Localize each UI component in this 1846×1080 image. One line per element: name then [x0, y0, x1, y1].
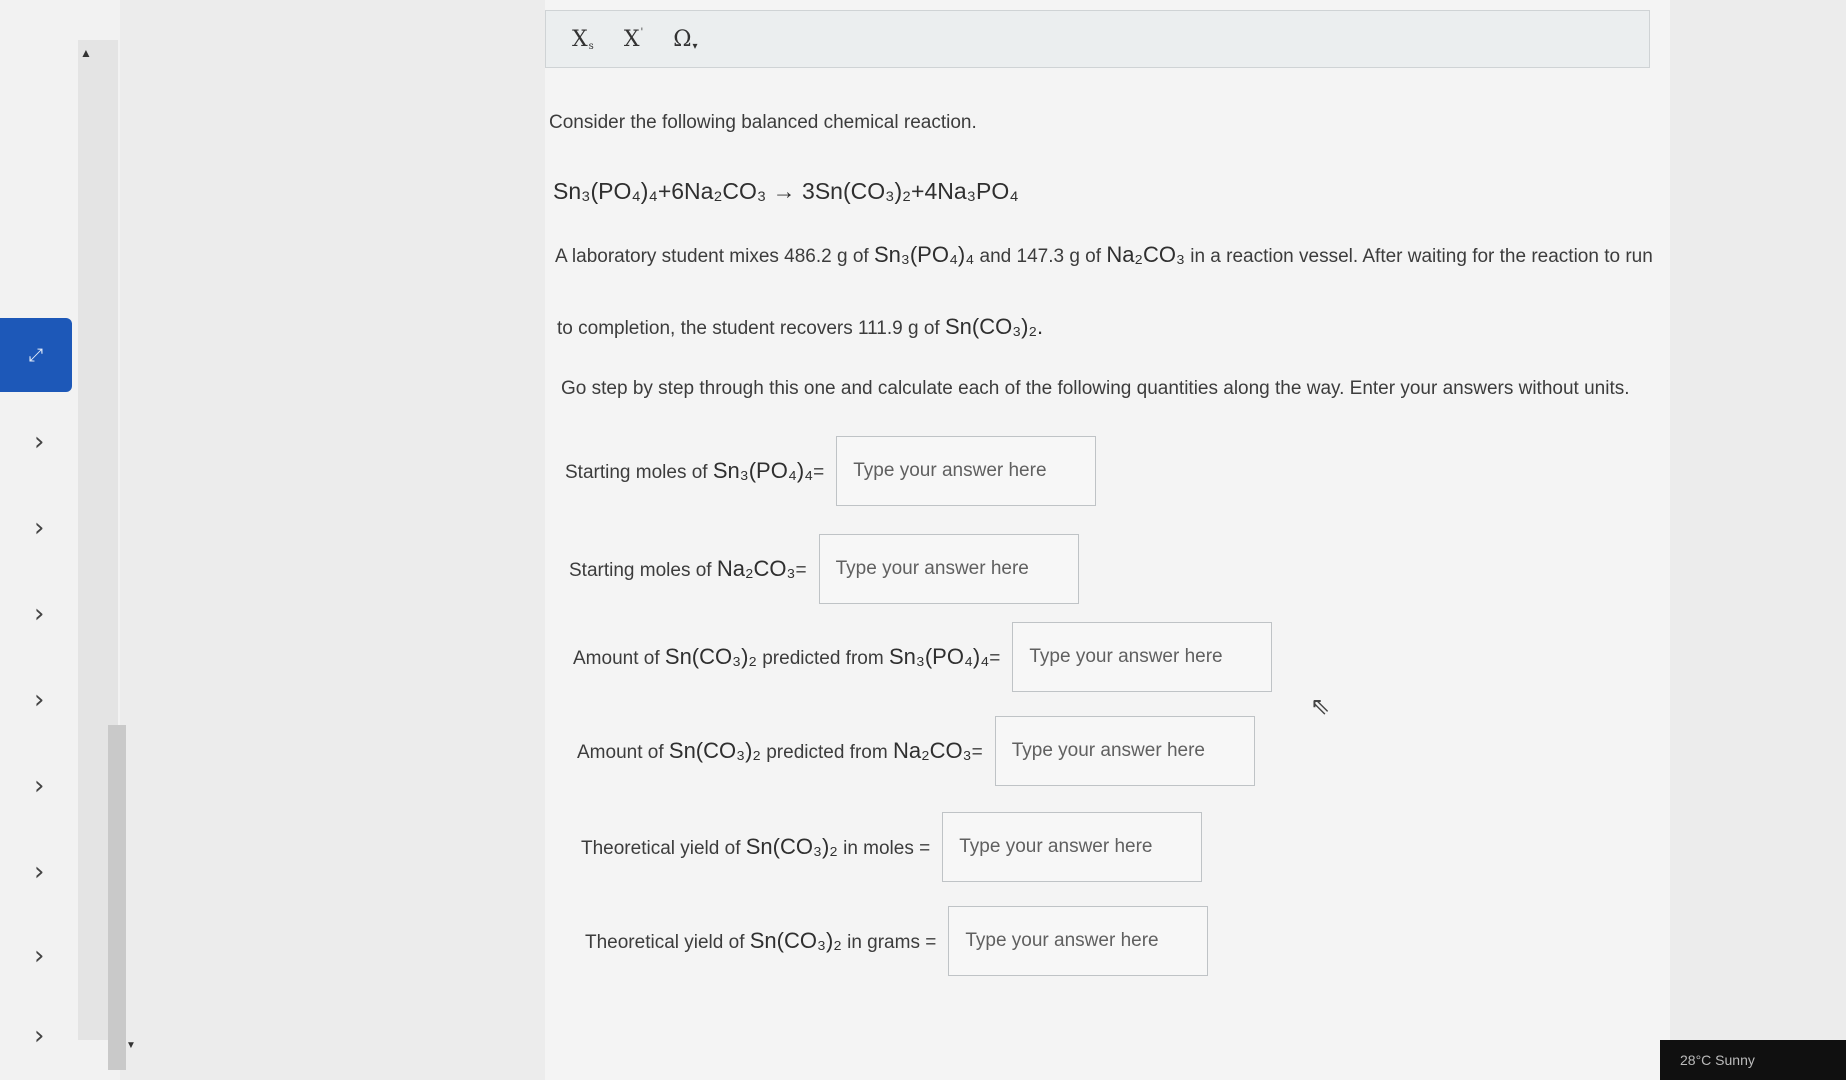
question-label: Theoretical yield of Sn(CO₃)₂ in moles =: [581, 834, 930, 860]
chem-formula: Sn₃(PO₄)₄: [712, 458, 814, 483]
chevron-right-icon[interactable]: ›: [34, 773, 58, 799]
question-row: Theoretical yield of Sn(CO₃)₂ in moles =…: [581, 812, 1203, 882]
question-label: Starting moles of Na₂CO₃=: [569, 556, 807, 582]
problem-intro: Consider the following balanced chemical…: [549, 112, 977, 133]
superscript-button[interactable]: X ': [624, 27, 643, 52]
question-row: Amount of Sn(CO₃)₂ predicted from Na₂CO₃…: [577, 716, 1255, 786]
label-text: Amount of: [573, 648, 660, 669]
chevron-right-icon[interactable]: ›: [34, 687, 58, 713]
label-text: =: [813, 462, 825, 483]
subscript-button[interactable]: Xs: [572, 27, 594, 52]
label-text: Amount of: [577, 742, 664, 763]
chevron-right-icon[interactable]: ›: [34, 859, 58, 885]
scroll-up-arrow-icon[interactable]: ▲: [80, 46, 92, 60]
label-text: Theoretical yield of: [581, 838, 741, 859]
label-text: =: [989, 648, 1001, 669]
mouse-cursor-icon: ⇖: [1310, 693, 1331, 720]
answer-input[interactable]: Type your answer here: [994, 716, 1255, 786]
chem-formula: Sn₃(PO₄)₄: [873, 242, 975, 267]
problem-sentence-2: to completion, the student recovers 111.…: [557, 314, 1043, 340]
answer-input[interactable]: Type your answer here: [836, 436, 1097, 506]
label-text: =: [795, 560, 807, 581]
chem-formula: Sn₃(PO₄)₄: [888, 644, 990, 669]
question-label: Amount of Sn(CO₃)₂ predicted from Na₂CO₃…: [577, 738, 983, 764]
label-text: predicted from: [766, 742, 888, 763]
question-row: Starting moles of Na₂CO₃= Type your answ…: [569, 534, 1079, 604]
weather-status[interactable]: 28°C Sunny: [1680, 1052, 1755, 1068]
question-panel: Xs X ' Ω ▾ Consider the following balanced…: [545, 0, 1670, 1080]
question-label: Theoretical yield of Sn(CO₃)₂ in grams =: [585, 928, 936, 954]
chem-formula: Na₂CO₃: [1106, 242, 1185, 267]
question-row: Amount of Sn(CO₃)₂ predicted from Sn₃(PO…: [573, 622, 1273, 692]
chem-formula: Sn(CO₃)₂.: [944, 314, 1044, 339]
label-text: predicted from: [762, 648, 884, 669]
scroll-thumb[interactable]: [108, 725, 126, 1070]
label-text: in grams =: [847, 932, 937, 953]
answer-input[interactable]: Type your answer here: [818, 534, 1079, 604]
chevron-right-icon[interactable]: ›: [34, 515, 58, 541]
chevron-right-icon[interactable]: ›: [34, 943, 58, 969]
answer-input[interactable]: Type your answer here: [1012, 622, 1273, 692]
chem-formula: Sn(CO₃)₂: [668, 738, 761, 763]
question-row: Starting moles of Sn₃(PO₄)₄= Type your a…: [565, 436, 1097, 506]
omega-icon: Ω: [673, 26, 692, 52]
special-characters-button[interactable]: Ω ▾: [673, 27, 697, 52]
superscript-mark: ': [640, 26, 644, 38]
label-text: Starting moles of: [569, 560, 712, 581]
label-text: Starting moles of: [565, 462, 708, 483]
question-label: Starting moles of Sn₃(PO₄)₄=: [565, 458, 824, 484]
label-text: in moles =: [843, 838, 931, 859]
chem-formula: Sn(CO₃)₂: [749, 928, 842, 953]
label-text: Theoretical yield of: [585, 932, 745, 953]
taskbar: 28°C Sunny: [1660, 1040, 1846, 1080]
scrollbar[interactable]: [78, 40, 126, 1070]
sentence-text: A laboratory student mixes 486.2 g of: [555, 246, 869, 267]
answer-input[interactable]: Type your answer here: [948, 906, 1209, 976]
expand-icon[interactable]: ⤢: [0, 318, 72, 392]
chem-formula: Na₂CO₃: [892, 738, 972, 763]
problem-sentence-1: A laboratory student mixes 486.2 g of Sn…: [555, 242, 1653, 268]
formatting-toolbar: Xs X ' Ω ▾: [545, 10, 1650, 68]
reaction-equation: Sn₃(PO₄)₄+6Na₂CO₃ → 3Sn(CO₃)₂+4Na₃PO₄: [553, 178, 1019, 204]
answer-input[interactable]: Type your answer here: [942, 812, 1203, 882]
label-text: =: [971, 742, 983, 763]
problem-instruction: Go step by step through this one and cal…: [561, 378, 1630, 399]
question-row: Theoretical yield of Sn(CO₃)₂ in grams =…: [585, 906, 1209, 976]
chevron-right-icon[interactable]: ›: [34, 429, 58, 455]
chevron-right-icon[interactable]: ›: [34, 601, 58, 627]
chem-formula: Sn(CO₃)₂: [745, 834, 838, 859]
sentence-text: and 147.3 g of: [979, 246, 1102, 267]
superscript-label: X: [623, 26, 640, 52]
chem-formula: Sn(CO₃)₂: [664, 644, 757, 669]
sentence-text: in a reaction vessel. After waiting for …: [1190, 246, 1653, 267]
chevron-down-icon: ▾: [692, 40, 698, 52]
chevron-right-icon[interactable]: ›: [34, 1023, 58, 1049]
subscript-mark: s: [588, 40, 594, 52]
sentence-text: to completion, the student recovers 111.…: [557, 318, 940, 339]
question-label: Amount of Sn(CO₃)₂ predicted from Sn₃(PO…: [573, 644, 1000, 670]
subscript-label: X: [572, 26, 588, 52]
chem-formula: Na₂CO₃: [716, 556, 796, 581]
scroll-down-arrow-icon[interactable]: ▼: [126, 1040, 136, 1051]
